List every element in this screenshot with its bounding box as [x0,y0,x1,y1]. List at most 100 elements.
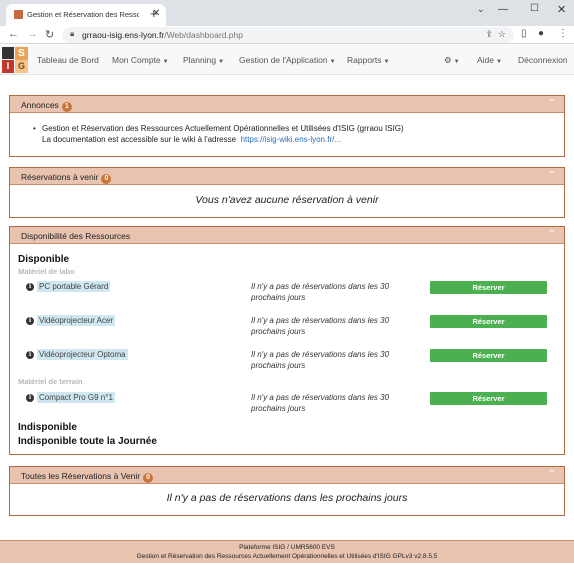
back-icon[interactable]: ← [8,28,19,40]
resource-name[interactable]: Vidéoprojecteur Acer [37,315,116,326]
address-bar-row: ← → ↻ 🔒︎ grraou-isig.ens-lyon.fr/Web/das… [0,26,574,44]
nav-help-label: Aide [477,55,495,65]
reload-icon[interactable]: ↻ [45,28,54,41]
nav-reports[interactable]: Rapports ▼ [347,55,389,65]
logo-block-3: I [2,60,14,73]
announcements-panel: Annonces 1 ⌃ • Gestion et Réservation des… [9,95,565,157]
logout-label: Déconnexion [518,55,568,65]
app-navbar: S I G Tableau de Bord Mon Compte ▼ Planni… [0,45,574,75]
minimize-icon[interactable]: — [498,4,508,15]
window-close-icon[interactable]: ✕ [557,3,566,16]
star-icon[interactable]: ☆ [498,29,506,39]
announcement-line-2: La documentation est accessible sur le w… [42,135,404,144]
upcoming-title: Réservations à venir [21,172,99,182]
resource-name[interactable]: Compact Pro G9 n°1 [37,392,115,403]
resource-row: i Vidéoprojecteur Acer Il n'y a pas de r… [10,315,564,341]
announcement-item: • Gestion et Réservation des Ressources … [33,124,404,144]
caret-down-icon: ▼ [218,59,225,65]
caret-down-icon: ▼ [496,59,502,65]
forward-icon[interactable]: → [27,28,38,40]
chevron-up-icon[interactable]: ⌃ [548,469,556,480]
all-upcoming-header[interactable]: Toutes les Réservations à Venir 0 ⌃ [10,467,564,484]
share-icon[interactable]: ⇪ [485,29,493,39]
unavailable-all-day-heading: Indisponible toute la Journée [18,436,157,447]
reserve-button[interactable]: Réserver [430,392,547,405]
gear-icon: ⚙ [444,55,452,65]
nav-my-account[interactable]: Mon Compte ▼ [112,55,169,65]
count-badge: 0 [101,174,112,184]
wiki-link[interactable]: https://isig-wiki.ens-lyon.fr/... [241,135,341,144]
footer-line-2: Gestion et Réservation des Ressources Ac… [136,553,438,560]
upcoming-reservations-panel: Réservations à venir 0 ⌃ Vous n'avez aucu… [9,167,565,218]
url-text: grraou-isig.ens-lyon.fr/Web/dashboard.ph… [82,30,243,40]
new-tab-icon[interactable]: + [150,6,158,21]
info-icon[interactable]: i [26,317,34,325]
sidebar-icon[interactable]: ▯ [521,28,527,39]
upcoming-empty-message: Vous n'avez aucune réservation à venir [195,194,379,206]
announcements-header[interactable]: Annonces 1 ⌃ [10,96,564,113]
reserve-button[interactable]: Réserver [430,349,547,362]
resource-name[interactable]: Vidéoprojecteur Optoma [37,349,128,360]
browser-tab[interactable]: Gestion et Réservation des Ressources ✕ [6,4,166,26]
footer: Plateforme ISIG / UMR5600 EVS Gestion et… [0,540,574,563]
info-icon[interactable]: i [26,394,34,402]
profile-icon[interactable]: ● [538,28,544,39]
panel-title: Toutes les Réservations à Venir 0 [21,471,153,483]
chevron-up-icon[interactable]: ⌃ [548,98,556,109]
category-label: Matériel de terrain [18,377,83,386]
nav-help[interactable]: Aide ▼ [477,55,502,65]
logo-block-2: S [15,47,28,60]
resource-status: Il n'y a pas de réservations dans les 30… [251,350,390,370]
upcoming-header[interactable]: Réservations à venir 0 ⌃ [10,168,564,185]
nav-app-management[interactable]: Gestion de l'Application ▼ [239,55,336,65]
reserve-button[interactable]: Réserver [430,315,547,328]
lock-icon[interactable]: 🔒︎ [70,29,74,39]
availability-header[interactable]: Disponibilité des Ressources ⌃ [10,227,564,244]
info-icon[interactable]: i [26,351,34,359]
category-label: Matériel de labo [18,267,75,276]
reserve-button[interactable]: Réserver [430,281,547,294]
chevron-up-icon[interactable]: ⌃ [548,170,556,181]
logo-block-4: G [15,60,28,73]
announcement-line-1: Gestion et Réservation des Ressources Ac… [42,124,404,133]
caret-down-icon: ▼ [453,59,460,65]
settings-menu[interactable]: ⚙ ▼ [444,55,460,66]
logout-link[interactable]: Déconnexion [518,55,568,65]
menu-icon[interactable]: ⋮ [558,28,568,39]
nav-planning[interactable]: Planning ▼ [183,55,224,65]
resource-row: i Vidéoprojecteur Optoma Il n'y a pas de… [10,349,564,375]
nav-dashboard[interactable]: Tableau de Bord [37,55,99,65]
nav-planning-label: Planning [183,55,217,65]
nav-my-account-label: Mon Compte [112,55,161,65]
panel-title: Annonces 1 [21,100,72,112]
url-path: /Web/dashboard.php [164,30,243,40]
count-badge: 0 [143,473,153,483]
favicon [14,10,23,19]
available-heading: Disponible [18,254,70,265]
all-upcoming-panel: Toutes les Réservations à Venir 0 ⌃ Il n'… [9,466,565,516]
logo-block-1 [2,47,14,59]
caret-down-icon: ▼ [383,59,390,65]
resource-status: Il n'y a pas de réservations dans les 30… [251,393,390,413]
panel-title: Réservations à venir 0 [21,172,112,184]
chevron-up-icon[interactable]: ⌃ [548,229,556,240]
count-badge: 1 [61,102,72,112]
logo[interactable]: S I G [2,47,28,73]
nav-dashboard-label: Tableau de Bord [37,55,99,65]
tab-title: Gestion et Réservation des Ressources [27,10,139,19]
announcement-text: La documentation est accessible sur le w… [42,135,237,144]
announcements-title: Annonces [21,100,59,110]
url-host: grraou-isig.ens-lyon.fr [82,30,165,40]
all-upcoming-empty-message: Il n'y a pas de réservations dans les pr… [166,492,408,504]
footer-line-1: Plateforme ISIG / UMR5600 EVS [239,544,335,551]
resource-name[interactable]: PC portable Gérard [37,281,111,292]
info-icon[interactable]: i [26,283,34,291]
browser-tab-bar: Gestion et Réservation des Ressources ✕ … [0,0,574,26]
chevron-down-icon[interactable]: ⌄ [477,4,485,15]
maximize-icon[interactable]: ☐ [530,3,539,14]
caret-down-icon: ▼ [162,59,169,65]
all-upcoming-title: Toutes les Réservations à Venir [21,471,141,481]
availability-title: Disponibilité des Ressources [21,231,131,241]
url-input[interactable]: 🔒︎ grraou-isig.ens-lyon.fr/Web/dashboard… [62,27,514,43]
resource-status: Il n'y a pas de réservations dans les 30… [251,316,390,336]
